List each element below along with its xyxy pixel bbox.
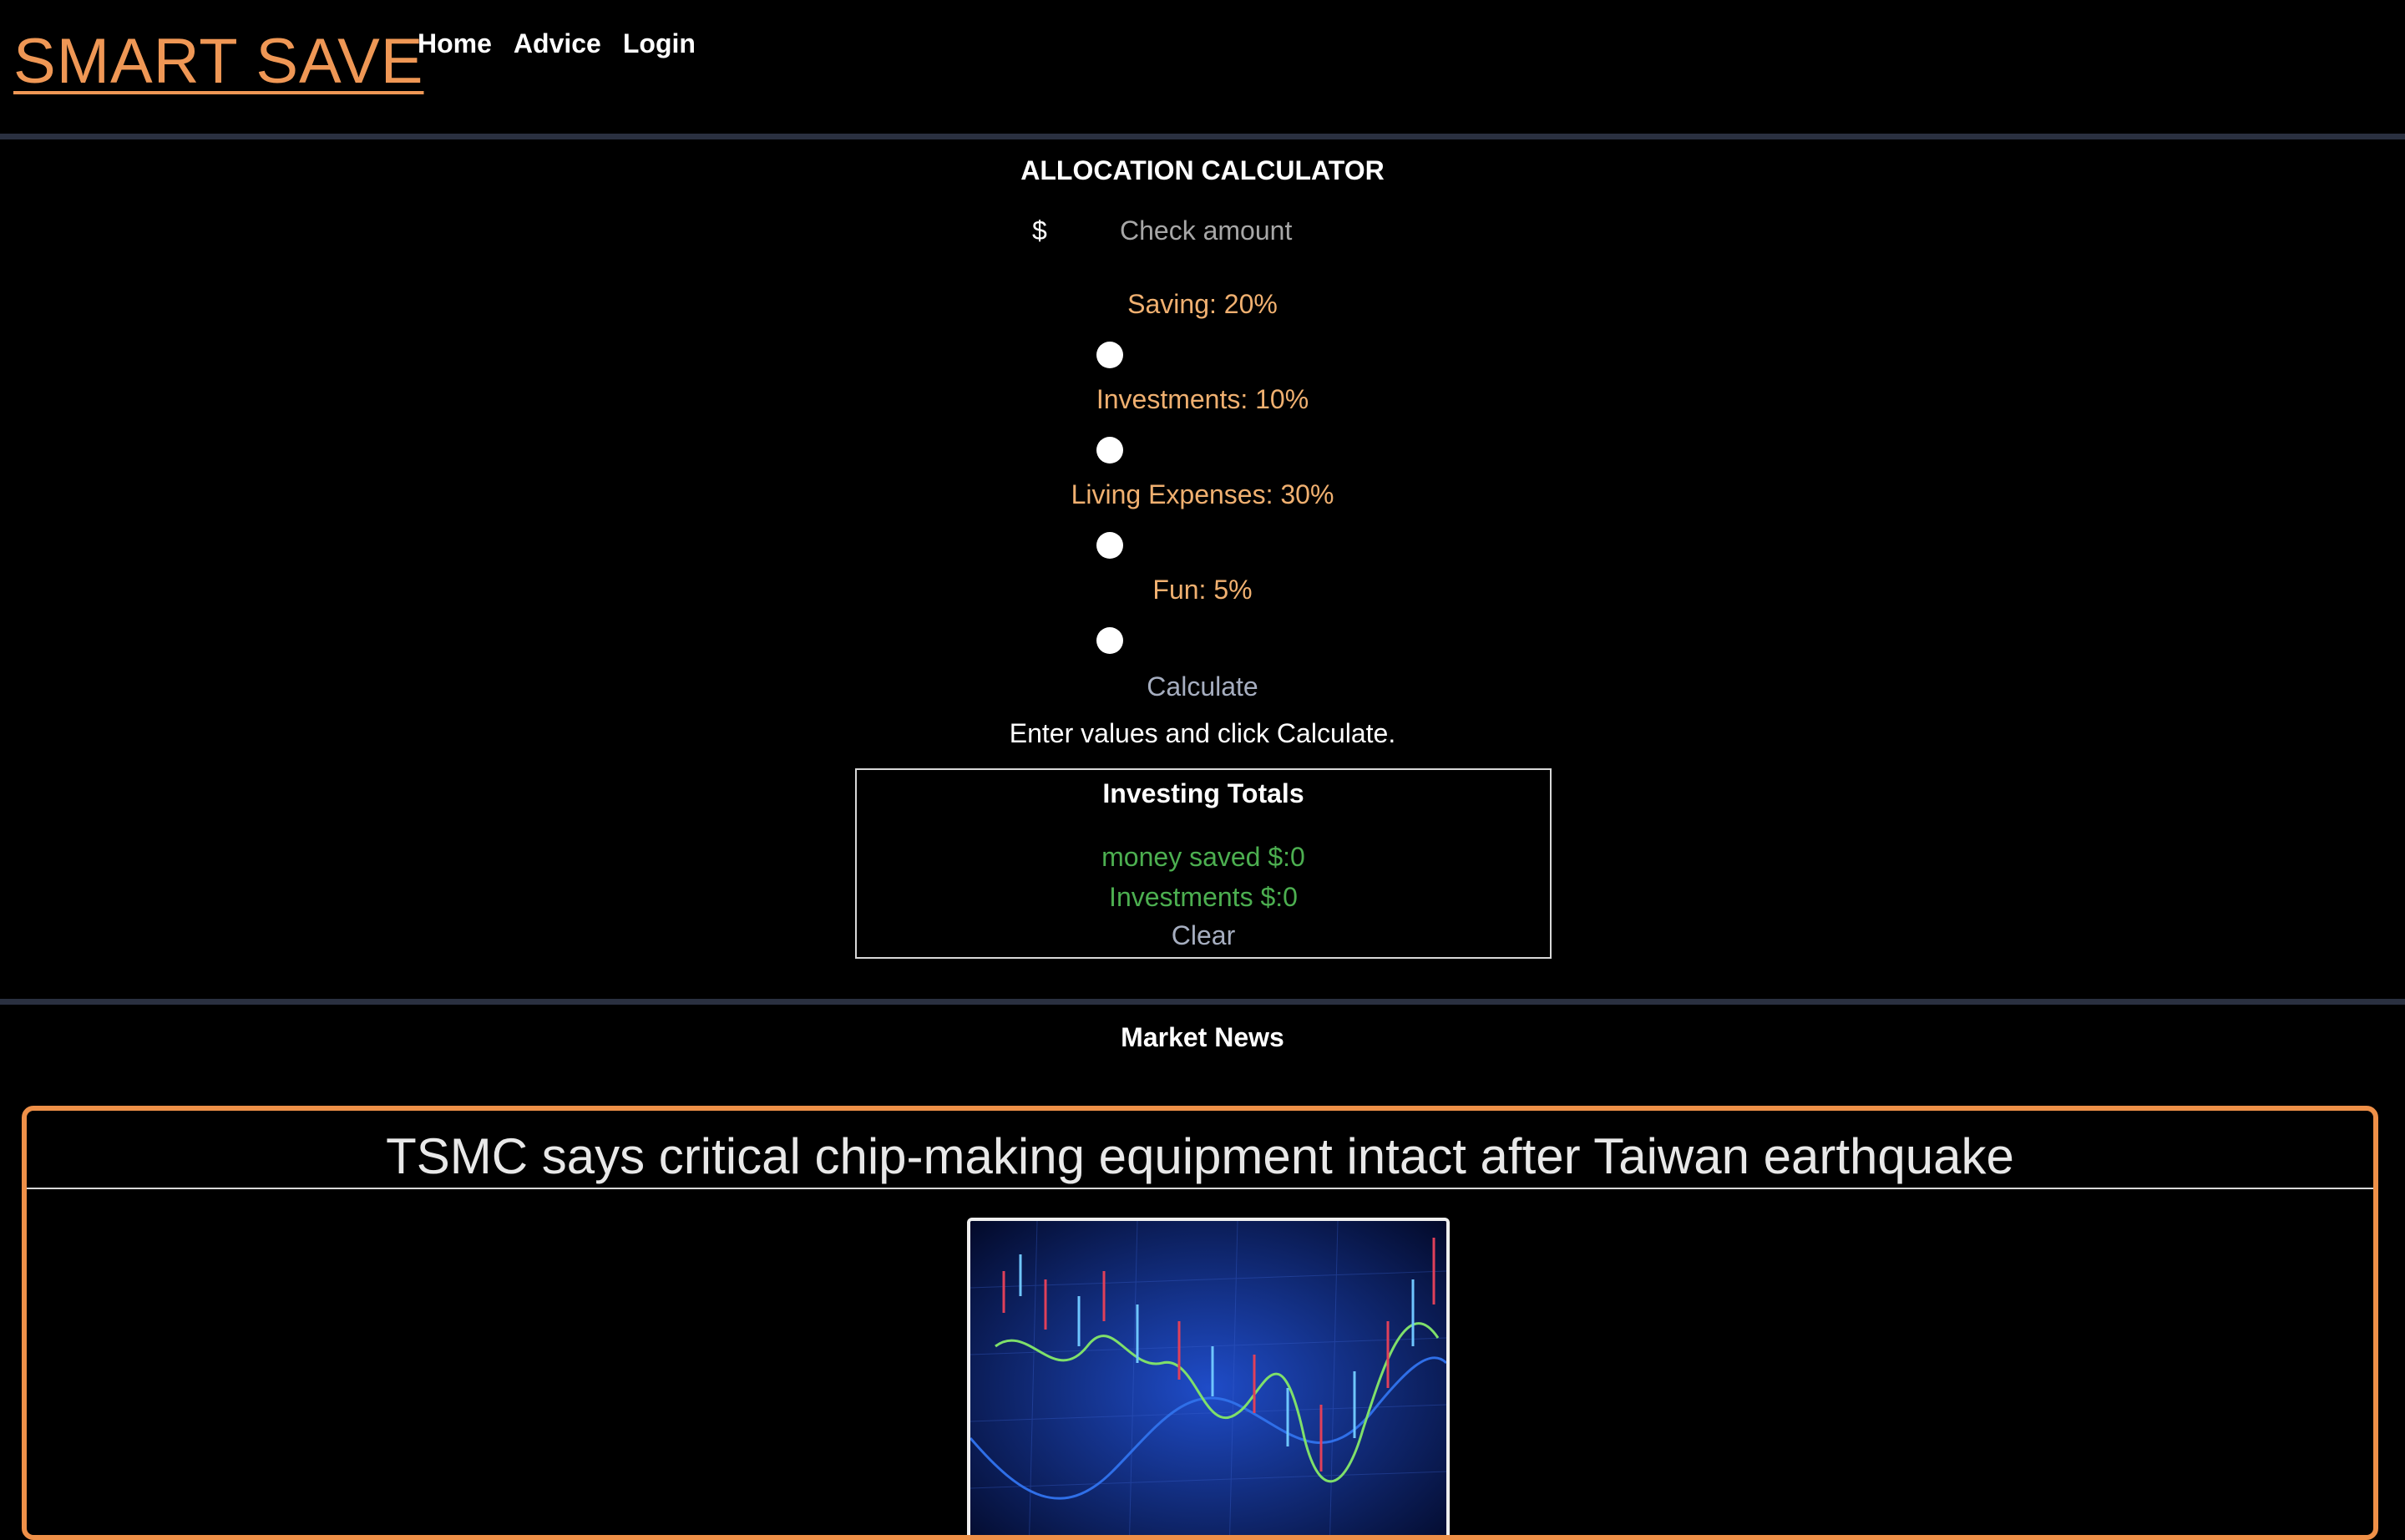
amount-row: $ xyxy=(1032,215,1329,246)
nav-advice-link[interactable]: Advice xyxy=(514,28,601,59)
site-logo[interactable]: SMART SAVE xyxy=(13,25,424,98)
money-saved-total: money saved $:0 xyxy=(1101,842,1305,872)
site-header: SMART SAVE Home Advice Login xyxy=(0,0,2405,134)
market-news-title: Market News xyxy=(1121,1022,1284,1052)
fun-slider[interactable] xyxy=(1096,627,1123,654)
news-headline[interactable]: TSMC says critical chip-making equipment… xyxy=(27,1127,2373,1185)
fun-label: Fun: 5% xyxy=(1152,575,1253,605)
totals-title: Investing Totals xyxy=(1102,778,1304,808)
check-amount-input[interactable] xyxy=(1120,215,1329,246)
header-divider xyxy=(0,134,2405,139)
calculator-title: ALLOCATION CALCULATOR xyxy=(1020,155,1385,185)
investments-total: Investments $:0 xyxy=(1109,882,1298,912)
headline-divider xyxy=(27,1188,2373,1189)
section-divider xyxy=(0,999,2405,1005)
living-expenses-slider[interactable] xyxy=(1096,532,1123,559)
saving-slider[interactable] xyxy=(1096,342,1123,368)
investments-slider[interactable] xyxy=(1096,437,1123,464)
calculate-button[interactable]: Calculate xyxy=(0,671,2405,702)
currency-symbol: $ xyxy=(1032,215,1047,246)
nav-home-link[interactable]: Home xyxy=(418,28,492,59)
investing-totals-box: Investing Totals money saved $:0 Investm… xyxy=(855,768,1552,959)
investments-label: Investments: 10% xyxy=(1096,384,1309,414)
living-expenses-label: Living Expenses: 30% xyxy=(1071,479,1334,509)
saving-label: Saving: 20% xyxy=(1127,289,1278,319)
calculator-hint: Enter values and click Calculate. xyxy=(1009,718,1396,748)
nav-login-link[interactable]: Login xyxy=(623,28,696,59)
main-nav: Home Advice Login xyxy=(418,28,696,59)
stock-chart-graphic xyxy=(970,1221,1446,1535)
stock-chart-image[interactable] xyxy=(967,1218,1450,1535)
clear-button[interactable]: Clear xyxy=(857,920,1550,951)
news-card[interactable]: TSMC says critical chip-making equipment… xyxy=(22,1106,2378,1540)
